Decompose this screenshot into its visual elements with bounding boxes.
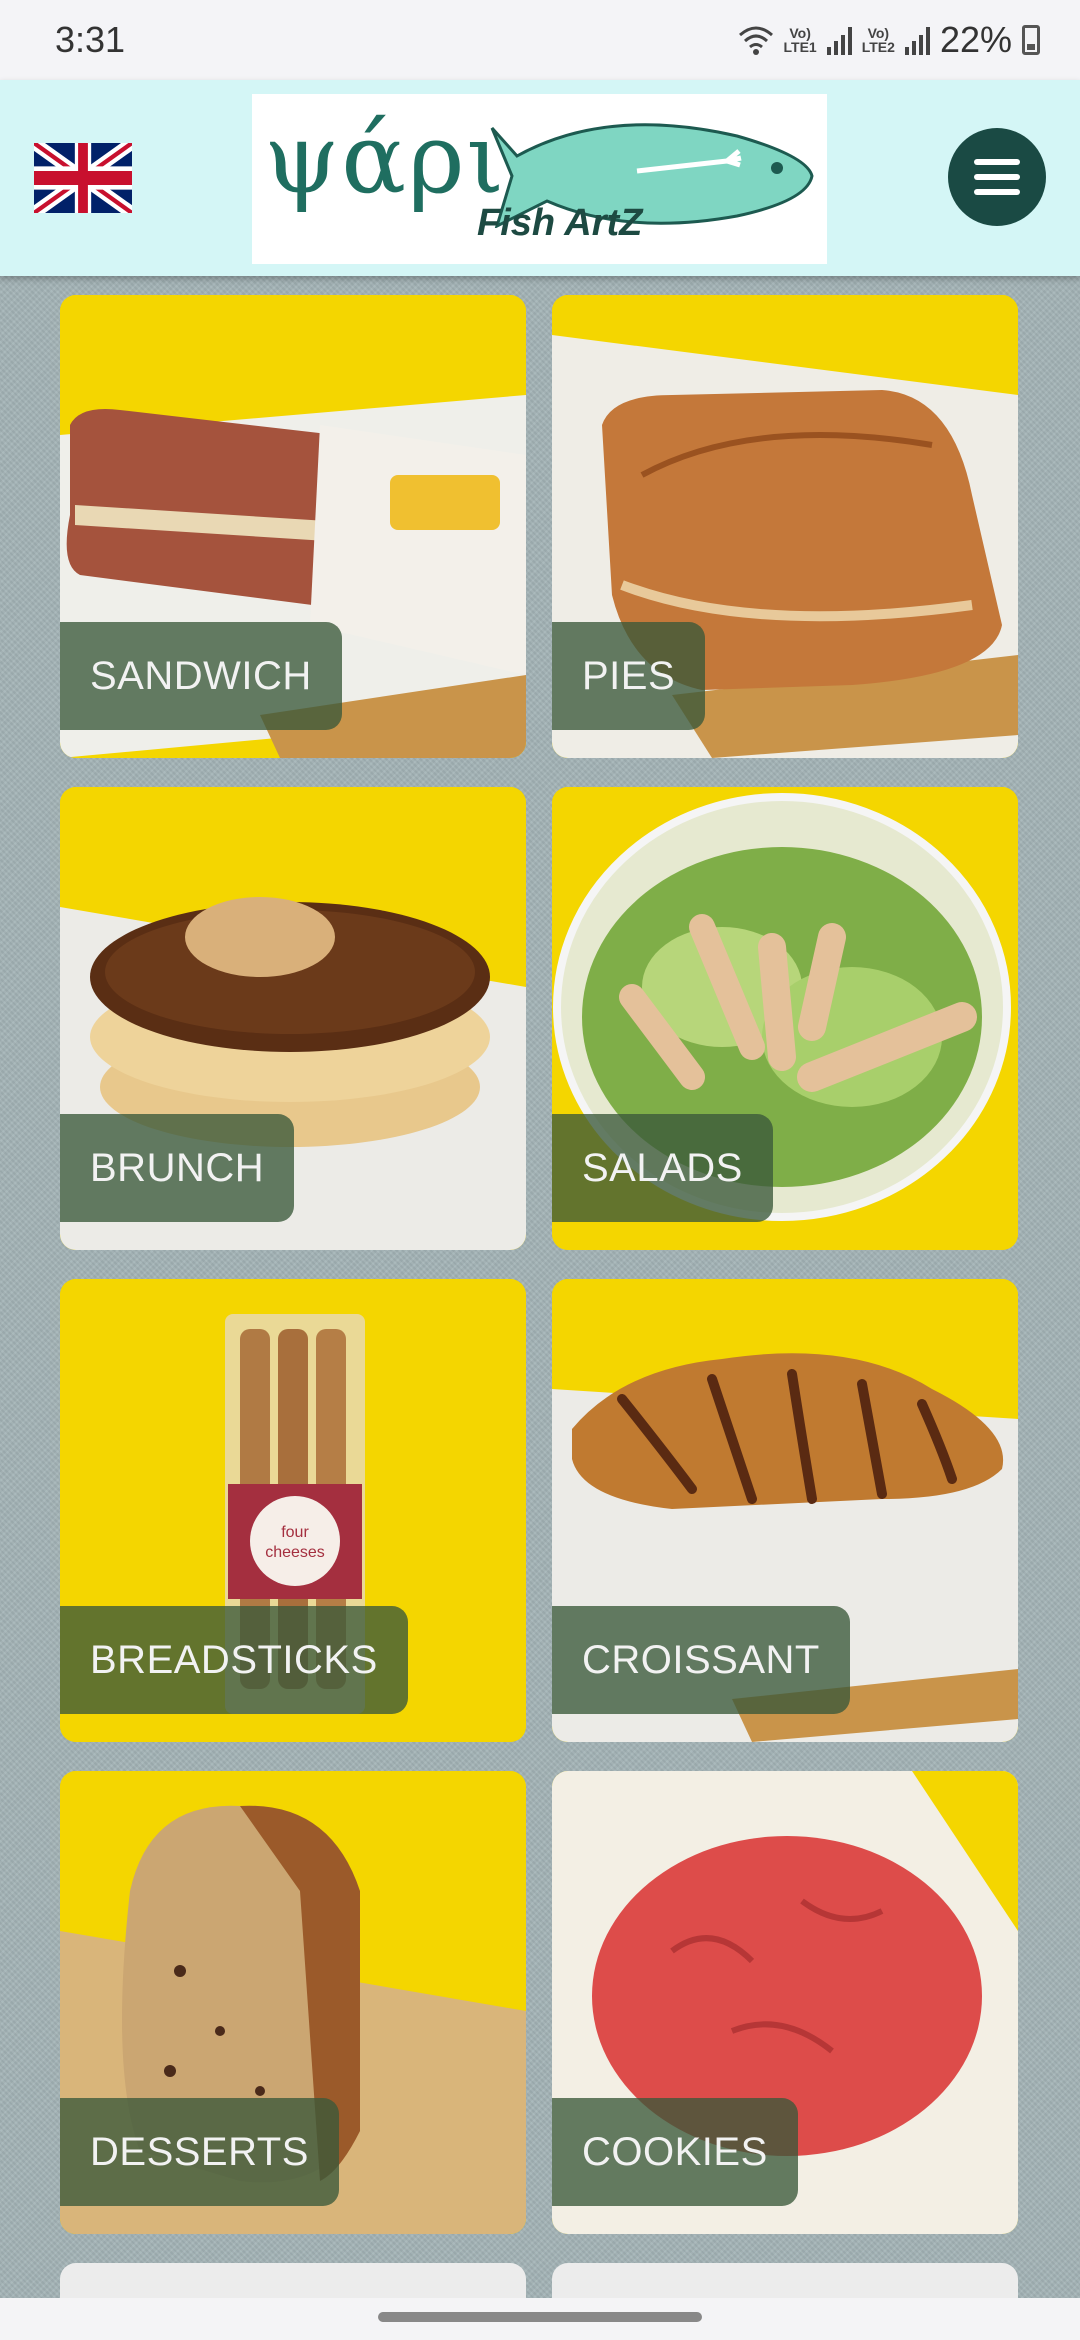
category-label: BRUNCH bbox=[60, 1114, 295, 1222]
category-card-breadsticks[interactable]: four cheeses BREADSTICKS bbox=[60, 1279, 526, 1742]
app-header: ψάρι Fish ArtZ bbox=[0, 80, 1080, 276]
category-card-desserts[interactable]: DESSERTS bbox=[60, 1771, 526, 2234]
category-label: BREADSTICKS bbox=[60, 1606, 408, 1714]
battery-percent: 22% bbox=[939, 19, 1012, 60]
hamburger-menu-button[interactable] bbox=[948, 128, 1046, 226]
category-card-croissant[interactable]: CROISSANT bbox=[552, 1279, 1018, 1742]
category-label: DESSERTS bbox=[60, 2098, 339, 2206]
category-card-brunch[interactable]: BRUNCH bbox=[60, 787, 526, 1250]
package-text: four bbox=[281, 1524, 309, 1541]
status-time: 3:31 bbox=[55, 19, 126, 60]
brand-logo[interactable]: ψάρι Fish ArtZ bbox=[252, 94, 827, 264]
wifi-icon bbox=[738, 26, 773, 55]
menu-line bbox=[974, 159, 1020, 165]
category-card-cookies[interactable]: COOKIES bbox=[552, 1771, 1018, 2234]
category-card-sandwich[interactable]: SANDWICH bbox=[60, 295, 526, 758]
menu-line bbox=[974, 189, 1020, 195]
category-label: COOKIES bbox=[552, 2098, 798, 2206]
logo-greek-text: ψάρι bbox=[264, 103, 507, 215]
uk-flag-icon[interactable] bbox=[34, 143, 132, 213]
category-card-salads[interactable]: SALADS bbox=[552, 787, 1018, 1250]
status-bar: 3:31 Vo) LTE1 Vo) LTE2 22% bbox=[0, 0, 1080, 80]
category-card-pies[interactable]: PIES bbox=[552, 295, 1018, 758]
category-label: SANDWICH bbox=[60, 622, 342, 730]
category-label: CROISSANT bbox=[552, 1606, 850, 1714]
sim1-volte-label: Vo) LTE1 bbox=[783, 25, 817, 55]
logo-subtitle: Fish ArtZ bbox=[477, 202, 643, 244]
signal-icon-1 bbox=[826, 25, 852, 55]
menu-line bbox=[974, 174, 1020, 180]
category-label: SALADS bbox=[552, 1114, 773, 1222]
status-icons: Vo) LTE1 Vo) LTE2 22% bbox=[738, 19, 1040, 61]
sim2-volte-label: Vo) LTE2 bbox=[861, 25, 895, 55]
home-gesture-pill[interactable] bbox=[378, 2312, 702, 2322]
category-label: PIES bbox=[552, 622, 706, 730]
signal-icon-2 bbox=[904, 25, 930, 55]
battery-icon bbox=[1022, 25, 1040, 55]
svg-text:cheeses: cheeses bbox=[265, 1544, 325, 1561]
page: 3:31 Vo) LTE1 Vo) LTE2 22% ψάρι Fish Art… bbox=[0, 0, 1080, 2340]
